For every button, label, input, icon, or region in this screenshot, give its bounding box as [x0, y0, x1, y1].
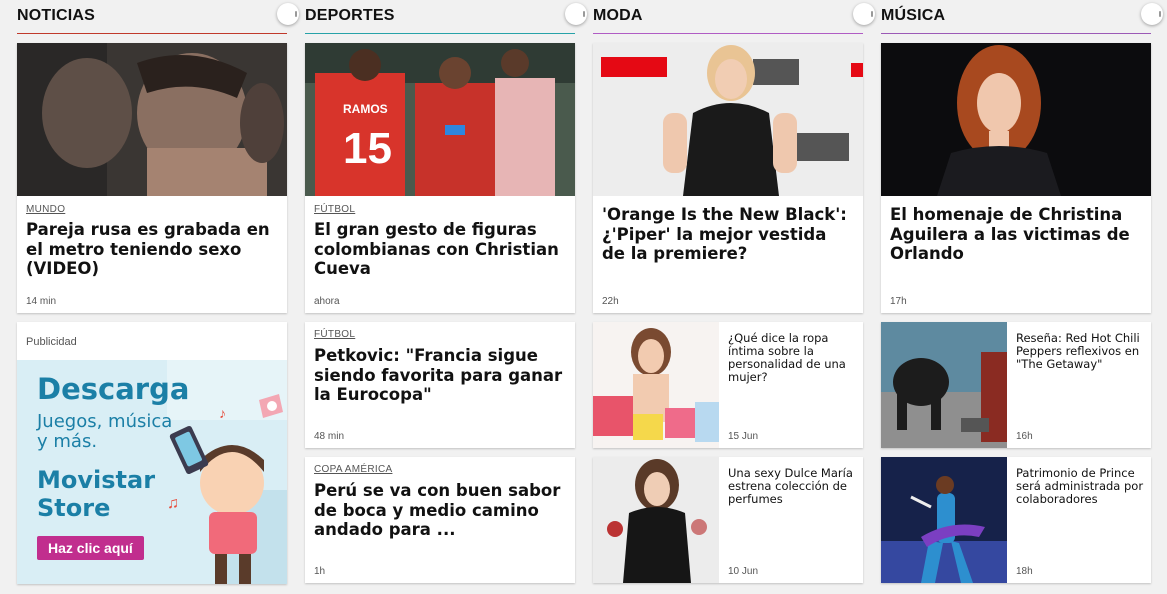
svg-text:15: 15: [343, 124, 392, 173]
article-headline[interactable]: ¿Qué dice la ropa íntima sobre la person…: [728, 332, 857, 384]
svg-text:RAMOS: RAMOS: [343, 102, 388, 116]
feature-card[interactable]: RAMOS 15 FÚTBOL El gran gesto de figuras…: [305, 43, 575, 313]
article-thumbnail: [593, 322, 719, 448]
feature-image: [17, 43, 287, 196]
article-headline[interactable]: Patrimonio de Prince será administrada p…: [1016, 467, 1145, 506]
article-card[interactable]: FÚTBOL Petkovic: "Francia sigue siendo f…: [305, 322, 575, 448]
article-headline[interactable]: Petkovic: "Francia sigue siendo favorita…: [314, 346, 567, 405]
article-category[interactable]: FÚTBOL: [314, 204, 355, 215]
article-headline[interactable]: El homenaje de Christina Aguilera a las …: [890, 205, 1143, 264]
section-title[interactable]: MÚSICA: [881, 7, 945, 25]
column-moda: MODA 'Orange Is the New Black': ¿'Piper'…: [593, 0, 875, 583]
column-noticias: NOTICIAS MUNDO Pareja rusa es grabada en…: [17, 0, 299, 584]
ad-banner[interactable]: ♪ ♫ Descarga Juegos, música y más. Movis…: [17, 360, 287, 584]
feature-card[interactable]: MUNDO Pareja rusa es grabada en el metro…: [17, 43, 287, 313]
ad-label: Publicidad: [26, 336, 77, 348]
mini-article-card[interactable]: Patrimonio de Prince será administrada p…: [881, 457, 1151, 583]
article-timestamp: 22h: [602, 296, 619, 307]
article-thumbnail: [881, 457, 1007, 583]
article-headline[interactable]: Pareja rusa es grabada en el metro tenie…: [26, 220, 279, 279]
article-thumbnail: [593, 457, 719, 583]
section-header: MÚSICA: [881, 0, 1163, 34]
article-card[interactable]: COPA AMÉRICA Perú se va con buen sabor d…: [305, 457, 575, 583]
article-timestamp: 14 min: [26, 296, 57, 307]
ad-cta-button[interactable]: Haz clic aquí: [37, 536, 144, 560]
ad-brand: Movistar Store: [37, 466, 156, 522]
article-timestamp: 18h: [1016, 566, 1033, 577]
column-musica: MÚSICA El homenaje de Christina Aguilera…: [881, 0, 1163, 583]
section-toggle-icon[interactable]: [277, 3, 299, 25]
article-category[interactable]: COPA AMÉRICA: [314, 464, 392, 475]
section-title[interactable]: MODA: [593, 7, 643, 25]
feature-image: [881, 43, 1151, 196]
article-category[interactable]: MUNDO: [26, 204, 65, 215]
article-timestamp: ahora: [314, 296, 340, 307]
article-headline[interactable]: Perú se va con buen sabor de boca y medi…: [314, 481, 567, 540]
ad-heading: Descarga: [37, 372, 190, 406]
article-timestamp: 1h: [314, 566, 326, 577]
feature-card[interactable]: El homenaje de Christina Aguilera a las …: [881, 43, 1151, 313]
svg-text:♫: ♫: [167, 495, 179, 512]
ad-subheading: Juegos, música y más.: [37, 411, 173, 452]
section-title[interactable]: DEPORTES: [305, 7, 395, 25]
svg-text:♪: ♪: [219, 405, 226, 421]
section-header: MODA: [593, 0, 875, 34]
article-headline[interactable]: 'Orange Is the New Black': ¿'Piper' la m…: [602, 205, 855, 264]
section-toggle-icon[interactable]: [565, 3, 587, 25]
mini-article-card[interactable]: Reseña: Red Hot Chili Peppers reflexivos…: [881, 322, 1151, 448]
article-thumbnail: [881, 322, 1007, 448]
section-toggle-icon[interactable]: [853, 3, 875, 25]
mini-article-card[interactable]: ¿Qué dice la ropa íntima sobre la person…: [593, 322, 863, 448]
article-headline[interactable]: Una sexy Dulce María estrena colección d…: [728, 467, 857, 506]
article-headline[interactable]: Reseña: Red Hot Chili Peppers reflexivos…: [1016, 332, 1145, 371]
article-timestamp: 17h: [890, 296, 907, 307]
feature-card[interactable]: 'Orange Is the New Black': ¿'Piper' la m…: [593, 43, 863, 313]
ad-card[interactable]: Publicidad ♪ ♫ Descarga Juegos, música y…: [17, 322, 287, 584]
section-header: NOTICIAS: [17, 0, 299, 34]
article-timestamp: 10 Jun: [728, 566, 759, 577]
mini-article-card[interactable]: Una sexy Dulce María estrena colección d…: [593, 457, 863, 583]
section-toggle-icon[interactable]: [1141, 3, 1163, 25]
article-headline[interactable]: El gran gesto de figuras colombianas con…: [314, 220, 567, 279]
column-deportes: DEPORTES RAMOS 15 FÚTBOL El gran gesto d…: [305, 0, 587, 583]
section-header: DEPORTES: [305, 0, 587, 34]
feature-image: RAMOS 15: [305, 43, 575, 196]
article-timestamp: 15 Jun: [728, 431, 759, 442]
article-timestamp: 48 min: [314, 431, 345, 442]
article-category[interactable]: FÚTBOL: [314, 329, 355, 340]
section-title[interactable]: NOTICIAS: [17, 7, 95, 25]
article-timestamp: 16h: [1016, 431, 1033, 442]
feature-image: [593, 43, 863, 196]
